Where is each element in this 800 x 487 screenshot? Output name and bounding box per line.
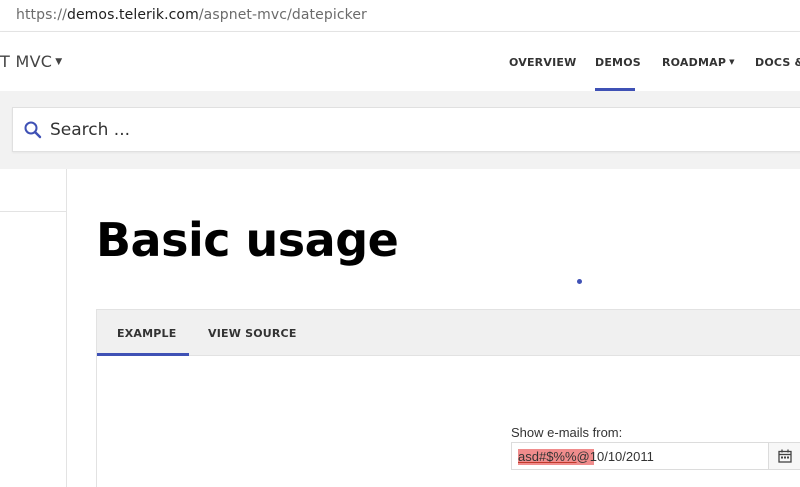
calendar-icon <box>778 449 792 463</box>
calendar-button[interactable] <box>768 443 800 469</box>
invalid-input-text: asd#$%% <box>518 449 577 464</box>
date-input-text: @10/10/2011 <box>576 449 654 464</box>
tab-view-source[interactable]: VIEW SOURCE <box>208 327 297 340</box>
search-box[interactable] <box>12 107 800 152</box>
url-text[interactable]: https://demos.telerik.com/aspnet-mvc/dat… <box>16 7 367 23</box>
top-navigation: T MVC ▼ OVERVIEW DEMOS ROADMAP ▼ DOCS & <box>0 32 800 91</box>
nav-item-overview[interactable]: OVERVIEW <box>509 56 576 69</box>
demo-tabs: EXAMPLE VIEW SOURCE <box>96 309 800 356</box>
page-title: Basic usage <box>96 213 399 267</box>
datepicker-input[interactable]: asd#$%%@10/10/2011 <box>518 449 654 464</box>
search-input[interactable] <box>50 116 750 144</box>
sidebar-divider-horizontal <box>0 211 66 212</box>
search-icon <box>24 121 42 139</box>
sidebar-divider <box>66 169 67 487</box>
datepicker-label: Show e-mails from: <box>511 425 623 440</box>
nav-item-demos[interactable]: DEMOS <box>595 56 641 69</box>
browser-address-bar[interactable]: https://demos.telerik.com/aspnet-mvc/dat… <box>0 0 800 32</box>
nav-item-roadmap[interactable]: ROADMAP ▼ <box>662 56 735 69</box>
tab-example[interactable]: EXAMPLE <box>117 327 176 340</box>
datepicker[interactable]: asd#$%%@10/10/2011 <box>511 442 800 470</box>
search-band <box>0 91 800 169</box>
nav-item-docs[interactable]: DOCS & <box>755 56 800 69</box>
caret-down-icon: ▼ <box>729 58 735 66</box>
caret-down-icon: ▼ <box>55 57 63 67</box>
loading-dot <box>577 279 582 284</box>
product-menu[interactable]: T MVC ▼ <box>0 52 63 71</box>
